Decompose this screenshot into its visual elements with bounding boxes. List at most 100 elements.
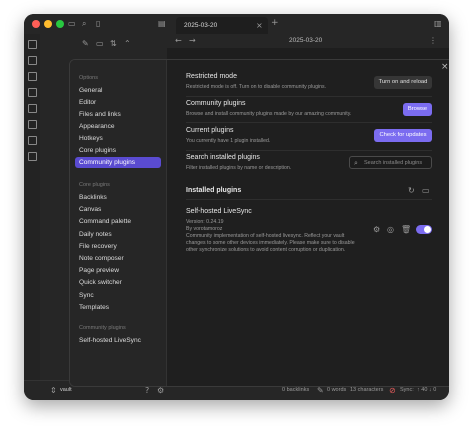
- toggle-knob: [424, 226, 431, 233]
- nav-item-core-page-preview[interactable]: Page preview: [75, 265, 161, 276]
- template-icon[interactable]: [28, 120, 37, 129]
- nav-item-core-file-recovery[interactable]: File recovery: [75, 241, 161, 252]
- file-icon[interactable]: [28, 40, 37, 49]
- search-plugins-title: Search installed plugins: [186, 154, 260, 161]
- sync-status-icon[interactable]: ⊘: [389, 387, 396, 395]
- terminal-icon[interactable]: [28, 136, 37, 145]
- maximize-window-button[interactable]: [56, 20, 64, 28]
- divider: [186, 199, 432, 200]
- plugin-enable-toggle[interactable]: [416, 225, 432, 234]
- switcher-icon[interactable]: [28, 56, 37, 65]
- minimize-window-button[interactable]: [44, 20, 52, 28]
- divider: [186, 96, 432, 97]
- nav-item-core-plugins[interactable]: Core plugins: [75, 145, 161, 156]
- sync-stats: ↑ 40 ↓ 0: [417, 387, 437, 393]
- nav-item-general[interactable]: General: [75, 85, 161, 96]
- tab-active[interactable]: 2025-03-20 ×: [176, 17, 268, 34]
- nav-item-core-daily-notes[interactable]: Daily notes: [75, 229, 161, 240]
- new-folder-icon[interactable]: ▭: [96, 40, 104, 48]
- nav-item-community-plugins[interactable]: Community plugins: [75, 157, 161, 168]
- canvas-icon[interactable]: [28, 88, 37, 97]
- nav-item-core-sync[interactable]: Sync: [75, 290, 161, 301]
- community-plugins-title: Community plugins: [186, 100, 246, 107]
- search-box[interactable]: ⌕: [349, 156, 432, 169]
- turn-on-reload-button[interactable]: Turn on and reload: [374, 76, 432, 89]
- ribbon: [24, 34, 41, 380]
- sort-icon[interactable]: ⇅: [110, 40, 117, 48]
- nav-item-hotkeys[interactable]: Hotkeys: [75, 133, 161, 144]
- settings-content: Restricted mode Restricted mode is off. …: [166, 60, 449, 386]
- nav-item-core-note-composer[interactable]: Note composer: [75, 253, 161, 264]
- core-plugins-section-title: Core plugins: [79, 182, 110, 188]
- settings-sidebar: Options General Editor Files and links Appe…: [70, 60, 167, 386]
- nav-item-appearance[interactable]: Appearance: [75, 121, 161, 132]
- close-icon[interactable]: ×: [441, 62, 449, 72]
- settings-modal: Options General Editor Files and links Appe…: [69, 59, 449, 387]
- folder-icon[interactable]: ▭: [68, 20, 76, 28]
- search-icon: ⌕: [354, 159, 358, 167]
- more-options-icon[interactable]: ⋮: [429, 37, 437, 45]
- divider: [186, 122, 432, 123]
- collapse-icon[interactable]: ⌃: [124, 40, 131, 48]
- character-count: 13 characters: [350, 387, 384, 393]
- vault-switch-icon[interactable]: ⇕: [50, 387, 57, 395]
- app-window: ▭ ⌕ ▯ ▤ 2025-03-20 × + ▥ ✎ ▭ ⇅ ⌃ ← → 202…: [24, 14, 449, 400]
- browse-button[interactable]: Browse: [403, 103, 432, 116]
- check-for-updates-button[interactable]: Check for updates: [374, 129, 432, 142]
- current-plugins-title: Current plugins: [186, 127, 234, 134]
- restricted-mode-desc: Restricted mode is off. Turn on to disab…: [186, 84, 327, 90]
- nav-item-editor[interactable]: Editor: [75, 97, 161, 108]
- plugin-name: Self-hosted LiveSync: [186, 208, 252, 215]
- installed-plugins-heading: Installed plugins: [186, 187, 242, 194]
- nav-item-files-and-links[interactable]: Files and links: [75, 109, 161, 120]
- title-bar: ▭ ⌕ ▯ ▤ 2025-03-20 × + ▥: [24, 14, 449, 34]
- folder-icon[interactable]: ▭: [422, 187, 430, 195]
- nav-item-core-templates[interactable]: Templates: [75, 302, 161, 313]
- plugin-author: By vorotamoroz: [186, 226, 223, 232]
- back-icon[interactable]: ←: [175, 37, 182, 45]
- options-section-title: Options: [79, 75, 98, 81]
- nav-item-core-quick-switcher[interactable]: Quick switcher: [75, 277, 161, 288]
- divider: [186, 150, 432, 151]
- plugin-version: Version: 0.24.19: [186, 219, 224, 225]
- sync-icon[interactable]: [28, 152, 37, 161]
- plugin-uninstall-trash-icon[interactable]: 🗑: [401, 226, 411, 234]
- note-title: 2025-03-20: [289, 37, 323, 44]
- word-count: 0 words: [327, 387, 347, 393]
- help-icon[interactable]: ?: [145, 387, 149, 395]
- vault-name[interactable]: vault: [60, 387, 72, 393]
- nav-item-core-canvas[interactable]: Canvas: [75, 204, 161, 215]
- tab-title: 2025-03-20: [184, 22, 218, 29]
- plugin-hotkeys-icon[interactable]: ◎: [387, 226, 394, 234]
- sync-label: Sync:: [400, 387, 414, 393]
- edit-mode-icon[interactable]: ✎: [317, 387, 324, 395]
- new-note-icon[interactable]: ✎: [82, 40, 89, 48]
- community-plugins-desc: Browse and install community plugins mad…: [186, 111, 352, 117]
- forward-icon[interactable]: →: [189, 37, 196, 45]
- refresh-icon[interactable]: ↻: [408, 187, 415, 195]
- search-plugins-desc: Filter installed plugins by name or desc…: [186, 165, 292, 171]
- restricted-mode-title: Restricted mode: [186, 73, 237, 80]
- plugin-desc-line: changes to some other devices immediatel…: [186, 240, 355, 246]
- tab-close-icon[interactable]: ×: [256, 22, 263, 30]
- community-plugins-section-title: Community plugins: [79, 325, 126, 331]
- calendar-icon[interactable]: [28, 104, 37, 113]
- current-plugins-desc: You currently have 1 plugin installed.: [186, 138, 271, 144]
- bookmark-icon[interactable]: ▯: [96, 20, 100, 28]
- settings-gear-icon[interactable]: ⚙: [157, 387, 164, 395]
- nav-item-core-command-palette[interactable]: Command palette: [75, 216, 161, 227]
- plugin-desc-line: Community implementation of self-hosted …: [186, 233, 345, 239]
- search-icon[interactable]: ⌕: [82, 20, 86, 28]
- editor-header: ← → 2025-03-20 ⋮: [167, 34, 449, 48]
- graph-icon[interactable]: [28, 72, 37, 81]
- backlinks-count[interactable]: 0 backlinks: [282, 387, 309, 393]
- right-sidebar-toggle-icon[interactable]: ▥: [434, 20, 442, 28]
- nav-item-community-self-hosted-livesync[interactable]: Self-hosted LiveSync: [75, 335, 161, 346]
- new-tab-icon[interactable]: +: [271, 19, 279, 28]
- sidebar-toggle-icon[interactable]: ▤: [158, 20, 166, 28]
- search-installed-plugins-input[interactable]: [364, 158, 430, 167]
- plugin-desc-line: other synchronize solutions to avoid con…: [186, 247, 346, 253]
- nav-item-core-backlinks[interactable]: Backlinks: [75, 192, 161, 203]
- close-window-button[interactable]: [32, 20, 40, 28]
- plugin-settings-gear-icon[interactable]: ⚙: [373, 226, 380, 234]
